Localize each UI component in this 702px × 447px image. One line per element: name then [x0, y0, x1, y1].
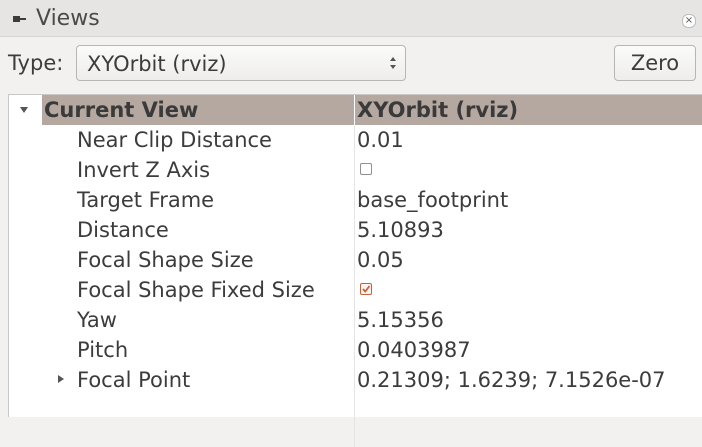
- property-name: Near Clip Distance: [77, 128, 272, 152]
- property-value[interactable]: 0.0403987: [357, 338, 471, 362]
- property-name: Focal Point: [77, 368, 191, 392]
- property-row-pitch[interactable]: Pitch 0.0403987: [9, 335, 702, 365]
- property-row-distance[interactable]: Distance 5.10893: [9, 215, 702, 245]
- panel-title: Views: [36, 6, 100, 31]
- property-row-target-frame[interactable]: Target Frame base_footprint: [9, 185, 702, 215]
- header-name-cell: Current View: [42, 95, 354, 125]
- property-value[interactable]: 5.15356: [357, 308, 444, 332]
- property-name: Focal Shape Fixed Size: [77, 278, 315, 302]
- expand-triangle-down-icon[interactable]: [19, 105, 29, 115]
- tree-header-row[interactable]: Current View XYOrbit (rviz): [9, 95, 702, 125]
- invert-z-axis-checkbox[interactable]: [360, 163, 372, 175]
- property-row-near-clip-distance[interactable]: Near Clip Distance 0.01: [9, 125, 702, 155]
- property-value[interactable]: base_footprint: [357, 188, 508, 212]
- current-view-label: Current View: [44, 98, 199, 122]
- property-name: Yaw: [77, 308, 117, 332]
- property-name: Target Frame: [77, 188, 215, 212]
- property-name: Distance: [77, 218, 169, 242]
- current-view-value: XYOrbit (rviz): [357, 98, 519, 122]
- view-properties-tree: Current View XYOrbit (rviz) Near Clip Di…: [8, 94, 702, 447]
- header-value-cell: XYOrbit (rviz): [355, 95, 702, 125]
- property-name: Focal Shape Size: [77, 248, 254, 272]
- property-name: Invert Z Axis: [77, 158, 211, 182]
- property-value[interactable]: 0.21309; 1.6239; 7.1526e-07: [357, 368, 666, 392]
- views-panel-icon: [13, 16, 26, 22]
- spinner-arrows-icon: [390, 57, 396, 69]
- property-row-focal-shape-size[interactable]: Focal Shape Size 0.05: [9, 245, 702, 275]
- panel-titlebar: Views ×: [0, 0, 702, 37]
- property-value[interactable]: 0.01: [357, 128, 404, 152]
- focal-shape-fixed-size-checkbox[interactable]: [360, 283, 372, 295]
- property-value[interactable]: 0.05: [357, 248, 404, 272]
- type-select[interactable]: XYOrbit (rviz): [76, 45, 406, 81]
- property-row-focal-shape-fixed-size[interactable]: Focal Shape Fixed Size: [9, 275, 702, 305]
- expand-triangle-right-icon[interactable]: [57, 374, 65, 384]
- property-row-focal-point[interactable]: Focal Point 0.21309; 1.6239; 7.1526e-07: [9, 365, 702, 395]
- property-value[interactable]: 5.10893: [357, 218, 444, 242]
- checkbox-checked-icon: [362, 285, 371, 293]
- property-row-yaw[interactable]: Yaw 5.15356: [9, 305, 702, 335]
- type-label: Type:: [8, 51, 64, 75]
- close-icon[interactable]: ×: [682, 14, 696, 28]
- zero-button[interactable]: Zero: [614, 45, 696, 81]
- property-row-invert-z-axis[interactable]: Invert Z Axis: [9, 155, 702, 185]
- property-name: Pitch: [77, 338, 129, 362]
- type-select-value: XYOrbit (rviz): [87, 52, 227, 76]
